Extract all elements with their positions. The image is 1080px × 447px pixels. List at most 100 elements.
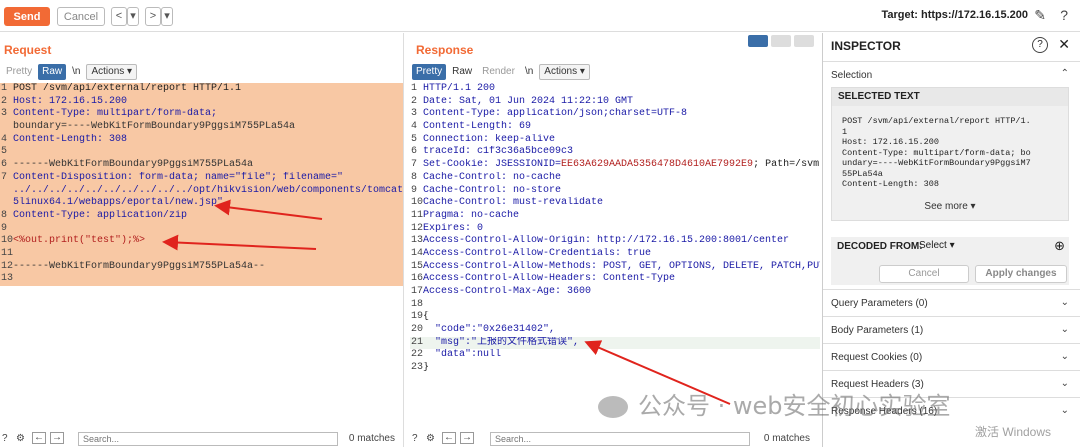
prev-match-button[interactable]: ←	[442, 432, 456, 444]
code-line: 17 Access-Control-Max-Age: 3600	[410, 286, 820, 299]
code-line: 14 Access-Control-Allow-Credentials: true	[410, 248, 820, 261]
code-line: 22 "data":null	[410, 349, 820, 362]
code-line: ../../../../../../../../../../opt/hikvis…	[0, 184, 403, 198]
code-line: 6 ------WebKitFormBoundary9PggsiM755PLa54…	[0, 159, 403, 172]
chevron-down-icon[interactable]: ⌄	[1061, 351, 1069, 362]
response-title: Response	[416, 43, 474, 57]
code-line: 18	[410, 299, 820, 312]
line-number: 22	[411, 349, 424, 361]
line-text: }	[423, 362, 430, 374]
layout-vertical-icon[interactable]	[794, 35, 814, 47]
line-text: Connection: keep-alive	[423, 133, 556, 145]
edit-pencil-icon[interactable]: ✎	[1034, 7, 1046, 24]
code-line: 4 Content-Length: 69	[410, 121, 820, 134]
wechat-watermark: 公众号 · web安全初心实验室	[598, 386, 951, 421]
watermark-text: 公众号 · web安全初心实验室	[638, 392, 951, 420]
decoded-select[interactable]: Select ▾	[919, 240, 955, 251]
selected-text-box: SELECTED TEXT POST /svm/api/external/rep…	[831, 87, 1069, 221]
request-search-input[interactable]	[78, 432, 338, 446]
line-number: 23	[411, 362, 424, 374]
code-line: 9	[0, 222, 403, 236]
help-icon[interactable]: ?	[1060, 7, 1068, 23]
code-line: 13 Access-Control-Allow-Origin: http://17…	[410, 235, 820, 248]
tab-newline[interactable]: \n	[68, 64, 84, 80]
line-text: "code":"0x26e31402",	[423, 324, 556, 336]
cancel-button[interactable]: Cancel	[57, 7, 105, 26]
prev-match-button[interactable]: ←	[32, 432, 46, 444]
next-match-button[interactable]: →	[460, 432, 474, 444]
line-number: 11	[411, 209, 424, 221]
code-line: 10 <%out.print("test");%>	[0, 235, 403, 248]
layout-split-icon[interactable]	[748, 35, 768, 47]
selection-label[interactable]: Selection	[831, 70, 872, 81]
tab-newline[interactable]: \n	[521, 64, 537, 80]
back-dropdown-button[interactable]: ▾	[127, 7, 139, 26]
response-search-input[interactable]	[490, 432, 750, 446]
apply-changes-button[interactable]: Apply changes	[975, 265, 1067, 283]
line-text: Pragma: no-cache	[423, 209, 520, 221]
wechat-icon	[598, 396, 628, 418]
line-number: 12	[411, 222, 424, 234]
section-label: Body Parameters (1)	[831, 325, 924, 336]
help-circle-icon[interactable]: ?	[412, 433, 418, 444]
line-number: 9	[411, 184, 418, 196]
next-match-button[interactable]: →	[50, 432, 64, 444]
chevron-down-icon[interactable]: ⌄	[1061, 378, 1069, 389]
line-number: 4	[411, 121, 418, 133]
cancel-button[interactable]: Cancel	[879, 265, 969, 283]
response-editor[interactable]: 1 HTTP/1.1 200 2 Date: Sat, 01 Jun 2024 11:…	[410, 83, 820, 429]
tab-pretty[interactable]: Pretty	[412, 64, 447, 80]
tab-pretty[interactable]: Pretty	[2, 64, 36, 80]
line-number: 3	[411, 108, 418, 120]
line-text: Expires: 0	[423, 222, 484, 234]
request-editor[interactable]: 1 POST /svm/api/external/report HTTP/1.1 …	[0, 83, 403, 429]
request-tabs: Pretty Raw \n Actions ▾	[2, 64, 138, 80]
response-tabs: Pretty Raw Render \n Actions ▾	[412, 64, 590, 80]
line-text: Cache-Control: no-cache	[423, 171, 562, 183]
help-circle-icon[interactable]: ?	[2, 433, 8, 444]
chevron-down-icon[interactable]: ⌄	[1061, 297, 1069, 308]
layout-horizontal-icon[interactable]	[771, 35, 791, 47]
close-icon[interactable]: ✕	[1058, 36, 1070, 53]
line-number: 15	[411, 260, 424, 272]
chevron-down-icon[interactable]: ⌄	[1061, 324, 1069, 335]
code-line: 20 "code":"0x26e31402",	[410, 324, 820, 337]
code-line: 12 ------WebKitFormBoundary9PggsiM755PLa5…	[0, 260, 403, 274]
add-icon[interactable]: ⊕	[1054, 238, 1065, 254]
request-title: Request	[4, 43, 52, 57]
back-button[interactable]: <	[111, 7, 127, 26]
layout-toggle	[748, 35, 814, 47]
forward-button[interactable]: >	[145, 7, 161, 26]
code-line: 2 Date: Sat, 01 Jun 2024 11:22:10 GMT	[410, 96, 820, 109]
gear-icon[interactable]: ⚙	[426, 433, 435, 444]
forward-dropdown-button[interactable]: ▾	[161, 7, 173, 26]
help-icon[interactable]: ?	[1032, 37, 1048, 53]
line-text: Access-Control-Max-Age: 3600	[423, 286, 592, 297]
code-line: 1 POST /svm/api/external/report HTTP/1.1	[0, 83, 403, 96]
line-number: 10	[411, 197, 424, 209]
body-parameters-section[interactable]: Body Parameters (1) ⌄	[823, 316, 1080, 343]
code-line: 11 Pragma: no-cache	[410, 210, 820, 223]
tab-raw[interactable]: Raw	[38, 64, 67, 80]
code-line: 5	[0, 146, 403, 160]
code-line: 11	[0, 247, 403, 261]
chevron-up-icon[interactable]: ⌃	[1061, 68, 1069, 79]
tab-raw[interactable]: Raw	[448, 64, 476, 80]
chevron-down-icon[interactable]: ⌄	[1061, 405, 1069, 416]
line-text: Cache-Control: must-revalidate	[423, 197, 604, 209]
send-button[interactable]: Send	[4, 7, 50, 26]
actions-dropdown[interactable]: Actions ▾	[539, 64, 590, 80]
gear-icon[interactable]: ⚙	[16, 433, 25, 444]
request-cookies-section[interactable]: Request Cookies (0) ⌄	[823, 343, 1080, 370]
code-line: 19{	[410, 311, 820, 324]
query-parameters-section[interactable]: Query Parameters (0) ⌄	[823, 289, 1080, 316]
line-number: 14	[411, 247, 424, 259]
response-matches: 0 matches	[763, 433, 810, 444]
see-more-button[interactable]: See more ▾	[832, 201, 1068, 212]
code-line: 9 Cache-Control: no-store	[410, 185, 820, 198]
request-matches: 0 matches	[348, 433, 395, 444]
code-line: 7 Set-Cookie: JSESSIONID=EE63A629AADA5356…	[410, 159, 820, 172]
actions-dropdown[interactable]: Actions ▾	[86, 64, 138, 80]
line-text: traceId: c1f3c36a5bce09c3	[423, 146, 574, 158]
tab-render[interactable]: Render	[478, 64, 519, 80]
